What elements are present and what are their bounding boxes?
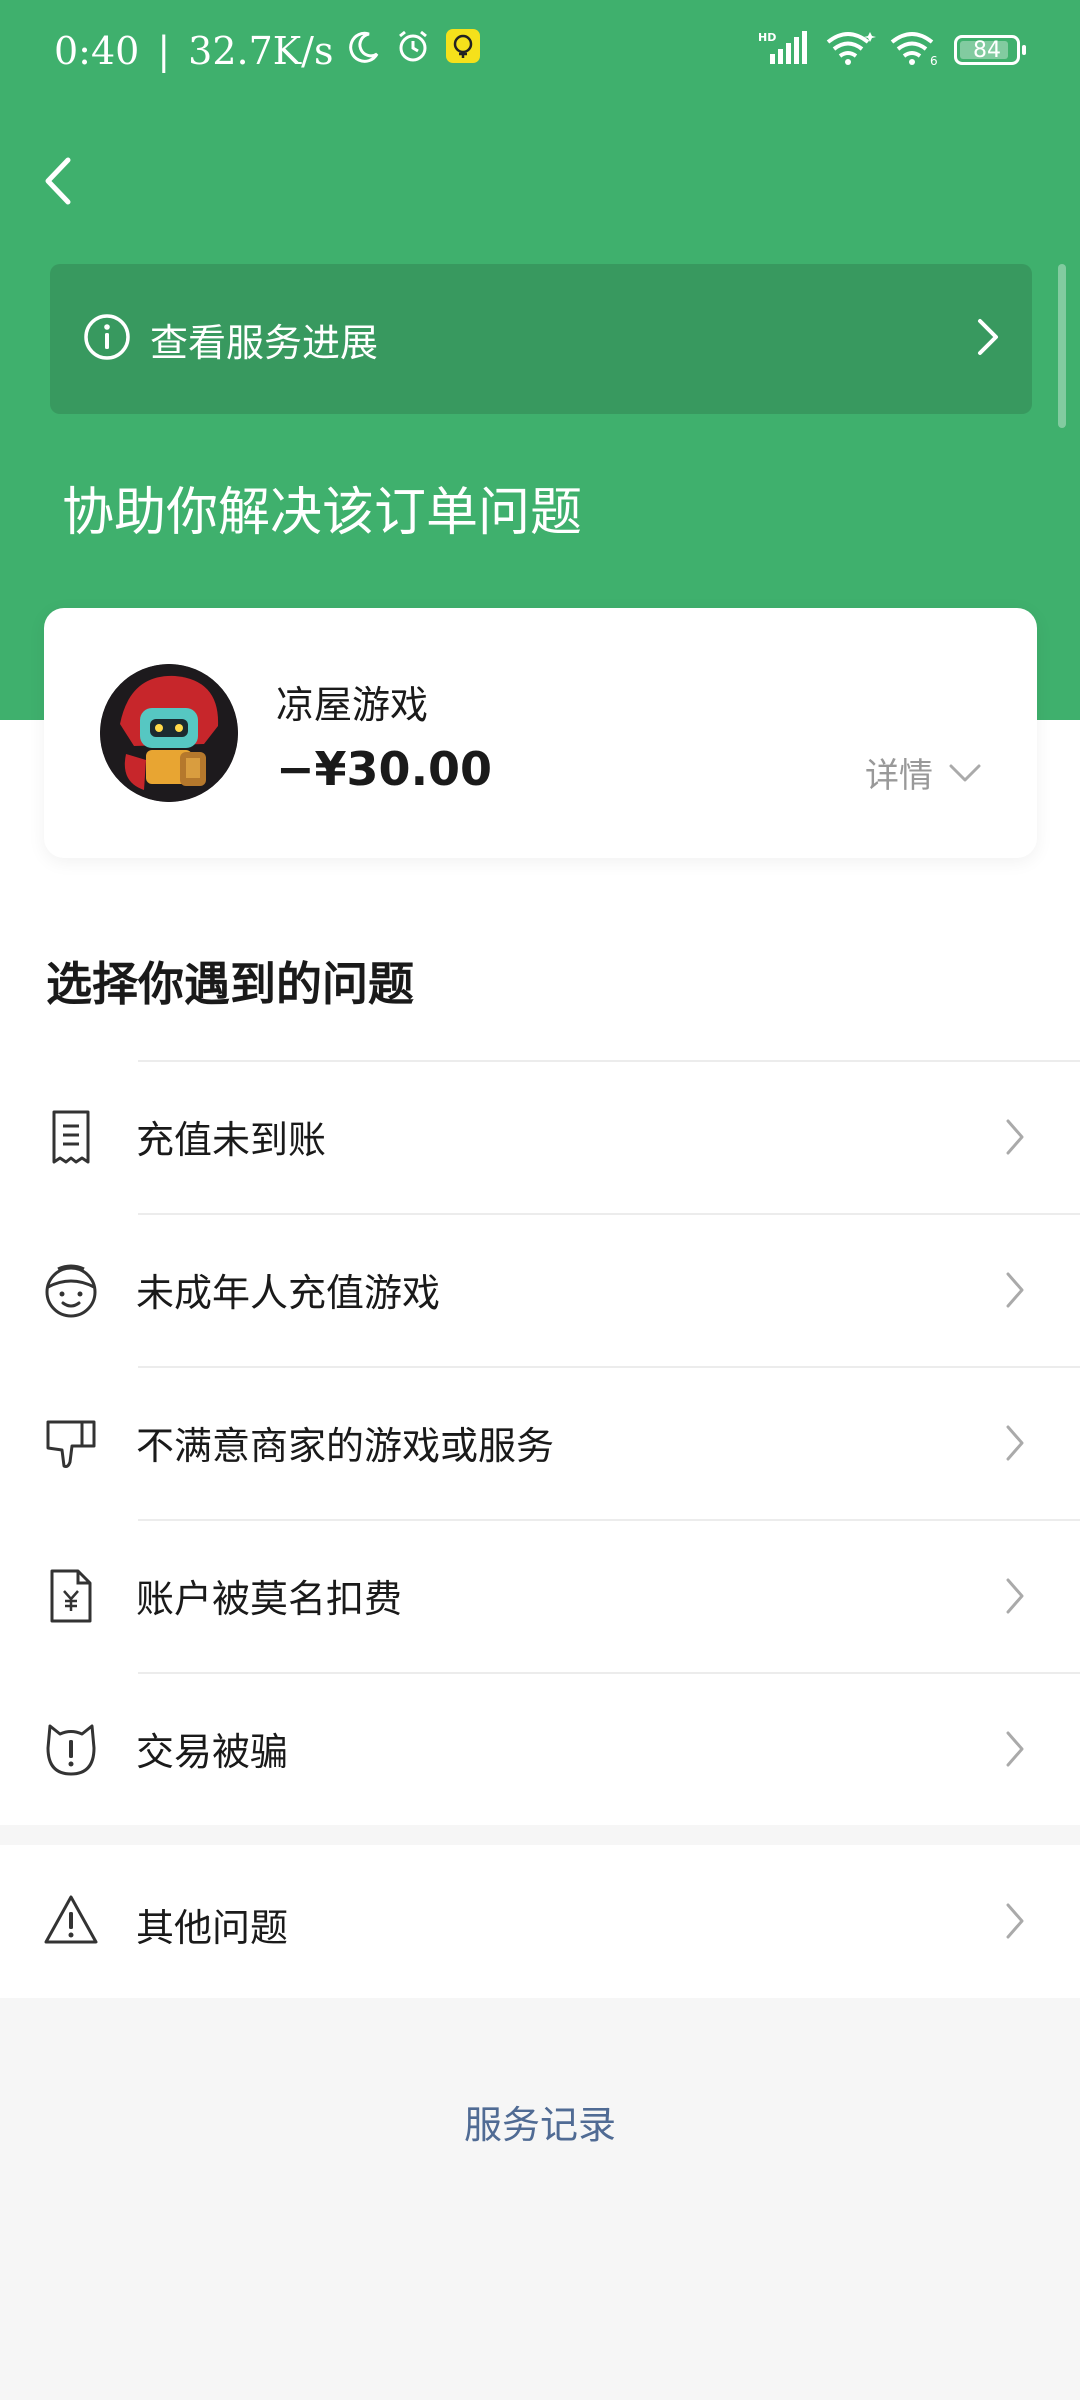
- service-progress-label: 查看服务进展: [150, 320, 379, 365]
- chevron-right-icon: [976, 317, 1000, 361]
- chevron-right-icon: [1004, 1423, 1026, 1463]
- section-divider: [0, 1825, 1080, 1845]
- thumbs-down-icon: [42, 1414, 100, 1472]
- status-time: 0:40: [54, 28, 140, 73]
- alert-cat-icon: [42, 1720, 100, 1778]
- chevron-right-icon: [1004, 1270, 1026, 1310]
- details-label: 详情: [865, 756, 933, 796]
- wifi-icon: [824, 30, 876, 70]
- battery-level: 84: [973, 37, 1001, 63]
- chevron-left-icon: [45, 157, 71, 205]
- wifi-6-icon: 6: [890, 30, 940, 70]
- scrollbar[interactable]: [1058, 264, 1066, 428]
- footer-background: [0, 1998, 1080, 2400]
- child-face-icon: [42, 1261, 100, 1319]
- receipt-icon: [42, 1108, 100, 1166]
- chevron-down-icon: [949, 764, 981, 781]
- status-bar: 0:40 | 32.7K/s HD 6 84: [0, 0, 1080, 106]
- merchant-avatar: [100, 664, 238, 802]
- chevron-right-icon: [1004, 1901, 1026, 1941]
- details-button[interactable]: 详情: [865, 748, 981, 797]
- issue-item-unsatisfied-service[interactable]: 不满意商家的游戏或服务: [0, 1366, 1080, 1519]
- issue-item-recharge-not-received[interactable]: 充值未到账: [0, 1060, 1080, 1213]
- back-button[interactable]: [36, 150, 84, 212]
- chevron-right-icon: [1004, 1117, 1026, 1157]
- issue-item-scam[interactable]: 交易被骗: [0, 1672, 1080, 1825]
- issue-label: 充值未到账: [136, 1118, 327, 1162]
- status-network-speed: 32.7K/s: [188, 28, 334, 73]
- issue-label: 未成年人充值游戏: [136, 1271, 441, 1315]
- issue-item-unexplained-charge[interactable]: 账户被莫名扣费: [0, 1519, 1080, 1672]
- issue-label: 不满意商家的游戏或服务: [136, 1424, 555, 1468]
- issue-label: 账户被莫名扣费: [136, 1577, 403, 1621]
- yen-document-icon: [42, 1567, 100, 1625]
- warning-triangle-icon: [42, 1892, 100, 1950]
- service-record-link[interactable]: 服务记录: [0, 2094, 1080, 2149]
- service-progress-banner[interactable]: 查看服务进展: [50, 264, 1032, 414]
- section-title: 选择你遇到的问题: [46, 957, 414, 1011]
- signal-hd-icon: HD: [758, 30, 810, 70]
- merchant-name: 凉屋游戏: [276, 683, 429, 727]
- issue-label: 其他问题: [136, 1906, 289, 1950]
- issue-item-minor-recharge[interactable]: 未成年人充值游戏: [0, 1213, 1080, 1366]
- info-icon: [82, 312, 132, 366]
- issue-label: 交易被骗: [136, 1730, 289, 1774]
- svg-text:HD: HD: [758, 31, 776, 44]
- order-amount: −¥30.00: [276, 742, 493, 796]
- battery-icon: 84: [954, 35, 1026, 65]
- svg-text:6: 6: [930, 54, 938, 66]
- app-notification-icon: [445, 28, 481, 73]
- moon-icon: [347, 29, 381, 73]
- page-title: 协助你解决该订单问题: [62, 483, 583, 543]
- issue-list: 充值未到账 未成年人充值游戏 不满意商家的游戏或服务 账户被莫名扣费 交易被骗: [0, 1060, 1080, 1825]
- order-card: 凉屋游戏 −¥30.00 详情: [44, 608, 1037, 858]
- alarm-icon: [395, 28, 431, 73]
- status-separator: |: [157, 28, 171, 73]
- chevron-right-icon: [1004, 1576, 1026, 1616]
- chevron-right-icon: [1004, 1729, 1026, 1769]
- issue-item-other[interactable]: 其他问题: [0, 1845, 1080, 1998]
